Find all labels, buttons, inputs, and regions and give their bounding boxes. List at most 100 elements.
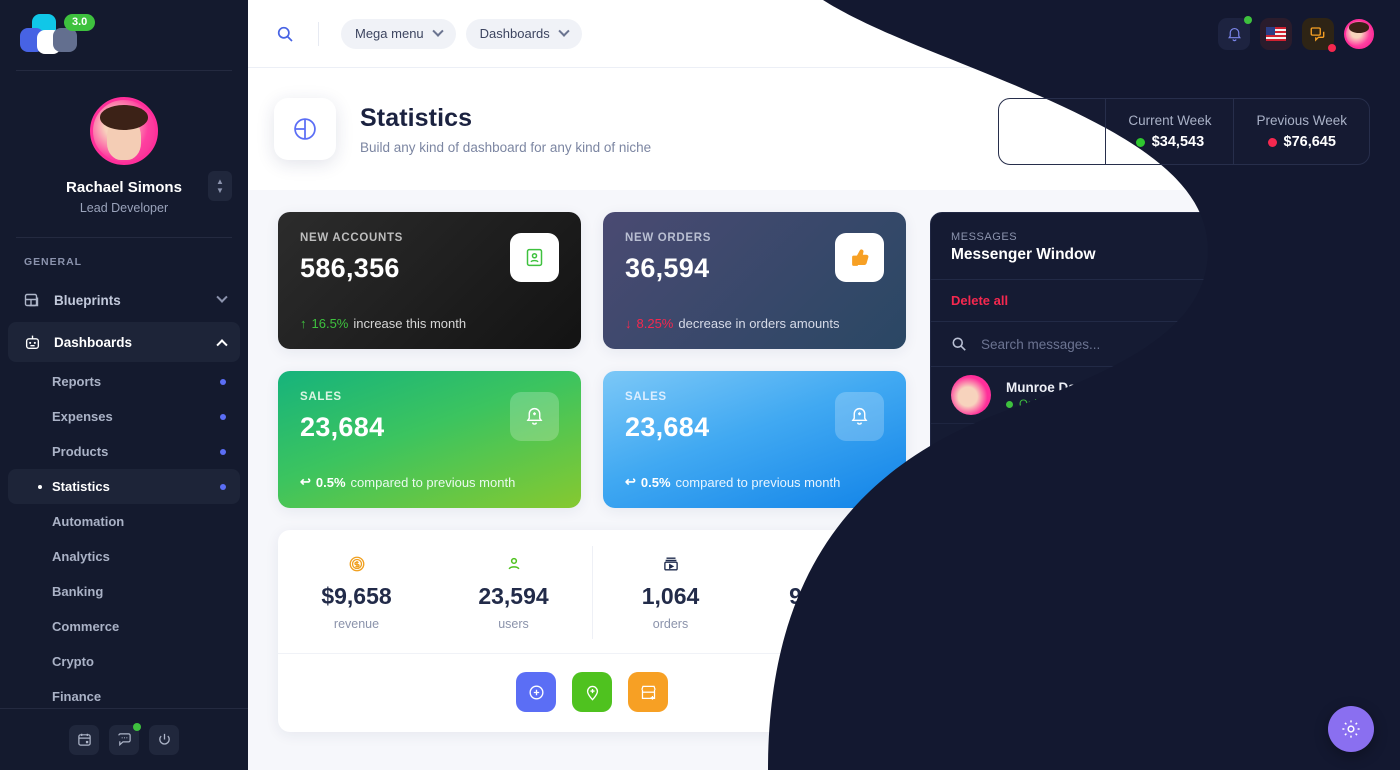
messenger-header: MESSAGES Messenger Window ET [931, 213, 1373, 280]
list-item[interactable]: Haydn Porter Online + ADD [931, 595, 1373, 652]
trend-text: compared to previous month [675, 474, 841, 490]
list-item[interactable]: Rowena Geistmann Online + ADD [931, 481, 1373, 538]
list-item[interactable]: Gunilla Canario Online + ADD [931, 424, 1373, 481]
kpi-card-new-accounts[interactable]: NEW ACCOUNTS 586,356 ↑ 16.5% increase th… [278, 212, 581, 349]
current-user-name: Emma Taylor [1272, 293, 1353, 308]
sidebar-subitem-reports[interactable]: Reports [8, 364, 240, 399]
dashboards-menu-label: Dashboards [479, 26, 550, 41]
logo-cluster-icon: 3.0 [20, 14, 96, 56]
sidebar-subitem-commerce[interactable]: Commerce [8, 609, 240, 644]
sidebar-subitem-statistics[interactable]: Statistics [8, 469, 240, 504]
avatar[interactable] [90, 97, 158, 165]
contact-status: Online [1006, 627, 1091, 639]
metrics-row: $9,658 revenue 23,594 users 1,064 orders… [278, 530, 906, 653]
bell-icon[interactable] [1218, 16, 1252, 50]
messenger-user-avatar[interactable]: ET [1318, 230, 1353, 264]
id-card-icon [510, 233, 559, 282]
sidebar-subitem-finance[interactable]: Finance [8, 679, 240, 708]
kpi-trend: ↩ 0.5% compared to previous month [300, 474, 515, 490]
add-contact-button[interactable]: + ADD [1288, 439, 1353, 465]
list-item[interactable]: Munroe Dacks Online + ADD [931, 367, 1373, 424]
earnings-cell-value: $34,543 [1151, 134, 1205, 150]
sidebar-item-blueprints[interactable]: Blueprints [8, 280, 240, 320]
avatar[interactable] [1344, 19, 1374, 49]
avatar [951, 603, 991, 643]
arrow-right-icon: → [1213, 706, 1227, 721]
sidebar-subitem-crypto[interactable]: Crypto [8, 644, 240, 679]
add-contact-button[interactable]: + ADD [1288, 667, 1353, 682]
earnings-previous-week: Previous Week $76,645 [1234, 99, 1369, 164]
plus-icon: + [1301, 389, 1309, 401]
list-item[interactable]: Ede Stoving Online + ADD [931, 538, 1373, 595]
kpi-card-sales-green[interactable]: SALES 23,684 ↩ 0.5% compared to previous… [278, 371, 581, 508]
view-all-participants-button[interactable]: View all participants → [1057, 696, 1247, 731]
sidebar-subitem-label: Reports [52, 374, 102, 389]
sidebar-item-dashboards[interactable]: Dashboards [8, 322, 240, 362]
kpi-card-new-orders[interactable]: NEW ORDERS 36,594 ↓ 8.25% decrease in or… [603, 212, 906, 349]
profile-switcher-button[interactable]: ▲ ▼ [208, 171, 232, 201]
add-label: ADD [1316, 389, 1340, 401]
contact-status: Online [1006, 513, 1131, 525]
metrics-card: $9,658 revenue 23,594 users 1,064 orders… [278, 530, 906, 732]
status-dot [220, 413, 226, 420]
status-label: Online [1019, 626, 1053, 639]
list-item[interactable]: Rueben Hays Online + ADD [931, 652, 1373, 682]
profile-role: Lead Developer [79, 201, 169, 215]
abacus-icon [749, 554, 906, 574]
toolbar-divider [318, 21, 319, 46]
sidebar-subitem-label: Automation [52, 514, 125, 529]
calendar-icon[interactable] [69, 724, 99, 755]
pie-chart-icon [274, 98, 336, 160]
metric-users: 23,594 users [435, 554, 592, 631]
delete-all-button[interactable]: Delete all [951, 293, 1008, 308]
sidebar-subitem-automation[interactable]: Automation [8, 504, 240, 539]
avatar [951, 660, 991, 682]
sidebar: 3.0 ▲ ▼ Rachael Simons Lead Developer GEN… [0, 0, 248, 770]
kpi-grid: NEW ACCOUNTS 586,356 ↑ 16.5% increase th… [278, 212, 906, 508]
chat-icon[interactable] [109, 722, 141, 755]
dashboards-menu-button[interactable]: Dashboards [465, 18, 582, 49]
main-area: Mega menu Dashboards Statistics Build an… [248, 0, 1400, 770]
sidebar-subitem-analytics[interactable]: Analytics [8, 539, 240, 574]
sidebar-subitem-products[interactable]: Products [8, 434, 240, 469]
contact-status: Online [1006, 399, 1098, 411]
store-add-icon[interactable] [628, 672, 668, 712]
bell-plus-icon [835, 392, 884, 441]
search-icon[interactable] [274, 23, 296, 45]
messages-icon[interactable] [1302, 18, 1336, 52]
trend-value: 0.5% [640, 474, 671, 490]
active-bullet-icon [38, 484, 42, 489]
status-dot [1318, 255, 1326, 263]
status-label: Online [1019, 569, 1053, 582]
trend-arrow-icon: ↩ [625, 474, 636, 489]
add-contact-button[interactable]: + ADD [1288, 610, 1353, 636]
flag-usa-glyph [1266, 27, 1286, 41]
gear-icon[interactable] [1328, 706, 1374, 752]
trend-text: decrease in orders amounts [678, 316, 840, 331]
kpi-card-sales-blue[interactable]: SALES 23,684 ↩ 0.5% compared to previous… [603, 371, 906, 508]
add-label: ADD [1316, 503, 1340, 515]
add-contact-button[interactable]: + ADD [1288, 382, 1353, 408]
add-circle-icon[interactable] [516, 672, 556, 712]
sidebar-subitem-label: Banking [52, 584, 104, 599]
plus-icon: + [1301, 674, 1309, 682]
metric-revenue: $9,658 revenue [278, 554, 435, 631]
unread-badge [1328, 44, 1336, 52]
search-input[interactable] [981, 336, 1353, 352]
contact-name: Haydn Porter [1006, 607, 1091, 623]
mega-menu-button[interactable]: Mega menu [341, 18, 456, 49]
sidebar-subitem-expenses[interactable]: Expenses [8, 399, 240, 434]
add-contact-button[interactable]: + ADD [1288, 496, 1353, 522]
version-badge: 3.0 [64, 14, 96, 32]
power-icon[interactable] [149, 724, 179, 755]
add-contact-button[interactable]: + ADD [1288, 553, 1353, 579]
status-dot [1135, 137, 1145, 147]
messenger-search[interactable] [931, 322, 1373, 367]
logo-row[interactable]: 3.0 [0, 0, 248, 70]
map-pin-add-icon[interactable] [572, 672, 612, 712]
sidebar-subitem-label: Products [52, 444, 109, 459]
avatar [951, 489, 991, 529]
status-label: Online [1019, 455, 1053, 468]
flag-usa-icon[interactable] [1260, 18, 1292, 50]
sidebar-subitem-banking[interactable]: Banking [8, 574, 240, 609]
